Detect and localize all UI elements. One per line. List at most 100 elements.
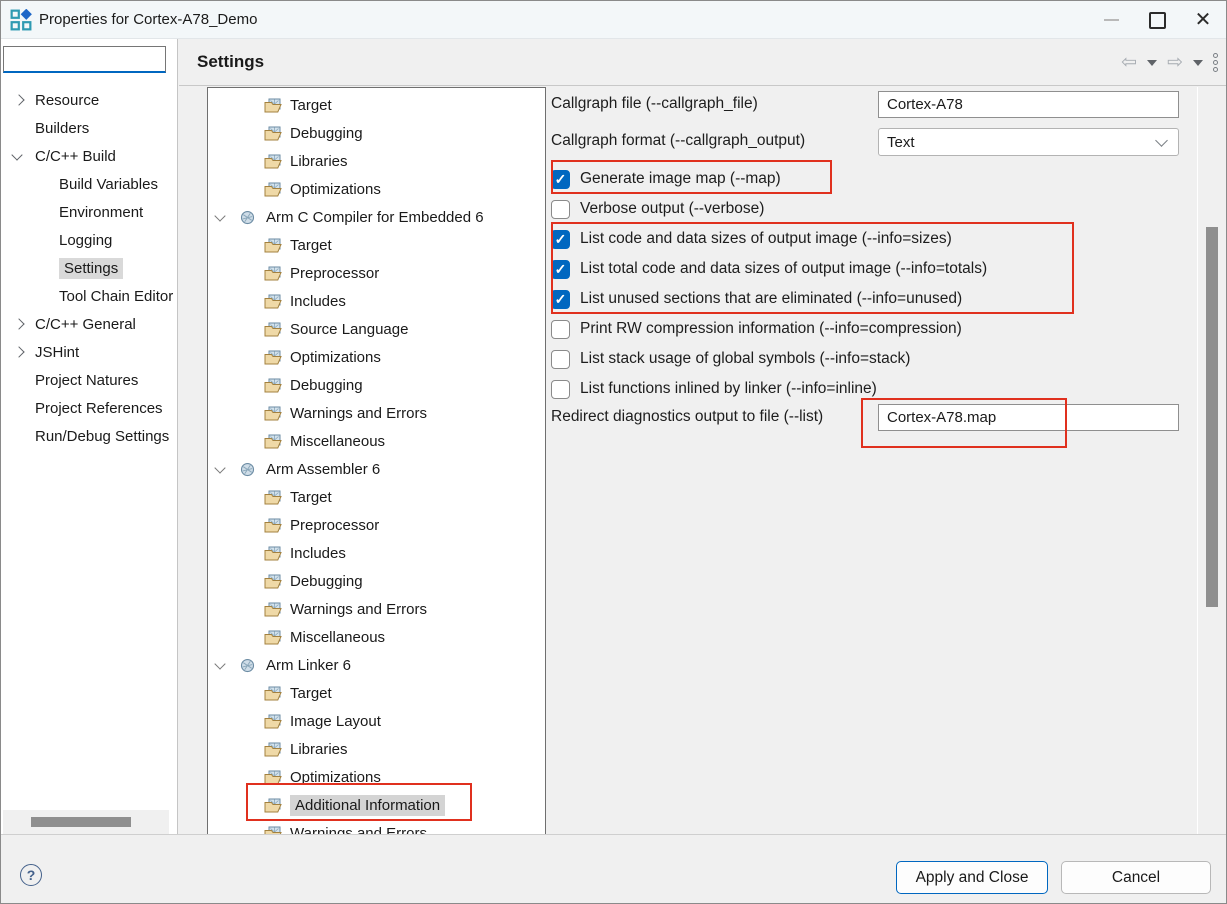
tool-tree-item[interactable]: Debugging	[208, 119, 545, 147]
checked-checkbox-icon[interactable]	[551, 230, 570, 249]
apply-and-close-button[interactable]: Apply and Close	[896, 861, 1048, 894]
back-history-dropdown-icon[interactable]	[1147, 60, 1157, 66]
sidebar-item-selected[interactable]: Settings	[1, 254, 177, 282]
tool-tree-item[interactable]: Preprocessor	[208, 259, 545, 287]
tool-tree-item[interactable]: Libraries	[208, 735, 545, 763]
chevron-down-icon[interactable]	[214, 210, 225, 221]
tool-tree-item-label: Optimizations	[290, 769, 381, 786]
properties-sidebar: Resource Builders C/C++ Build Build Vari…	[1, 39, 178, 836]
settings-folder-icon	[264, 769, 283, 786]
unchecked-checkbox-icon[interactable]	[551, 320, 570, 339]
tool-tree-item[interactable]: Target	[208, 91, 545, 119]
tool-tree-item[interactable]: Source Language	[208, 315, 545, 343]
tool-tree-item-label: Optimizations	[290, 181, 381, 198]
sidebar-item[interactable]: Builders	[1, 114, 177, 142]
tool-tree-item[interactable]: Image Layout	[208, 707, 545, 735]
close-button[interactable]: ✕	[1180, 1, 1226, 39]
tool-tree-item[interactable]: Optimizations	[208, 763, 545, 791]
checked-checkbox-icon[interactable]	[551, 170, 570, 189]
tool-tree-item[interactable]: Debugging	[208, 567, 545, 595]
dialog-footer: ? Apply and Close Cancel	[1, 834, 1226, 903]
chevron-down-icon[interactable]	[214, 462, 225, 473]
sidebar-item[interactable]: C/C++ Build	[1, 142, 177, 170]
tool-tree-item-label: Image Layout	[290, 713, 381, 730]
field-row: List functions inlined by linker (--info…	[547, 374, 1204, 404]
minimize-icon	[1104, 19, 1119, 21]
sidebar-item-label: Logging	[59, 232, 112, 249]
forward-arrow-icon[interactable]: ⇨	[1167, 53, 1183, 72]
filter-input[interactable]	[3, 46, 166, 73]
tool-tree-item-label: Target	[290, 237, 332, 254]
sidebar-item[interactable]: C/C++ General	[1, 310, 177, 338]
field-row: Print RW compression information (--info…	[547, 314, 1204, 344]
sidebar-item[interactable]: Build Variables	[1, 170, 177, 198]
checkbox-label: List unused sections that are eliminated…	[580, 290, 962, 308]
tool-tree-item[interactable]: Warnings and Errors	[208, 595, 545, 623]
maximize-button[interactable]	[1134, 1, 1180, 39]
tool-tree-item-label: Source Language	[290, 321, 408, 338]
settings-folder-icon	[264, 629, 283, 646]
sidebar-item[interactable]: Tool Chain Editor	[1, 282, 177, 310]
sidebar-item-label: Builders	[35, 120, 89, 137]
tool-tree-item[interactable]: Target	[208, 679, 545, 707]
tool-tree-item[interactable]: Target	[208, 231, 545, 259]
settings-folder-icon	[264, 97, 283, 114]
scrollbar-thumb[interactable]	[1206, 227, 1218, 607]
tool-tree-item[interactable]: Miscellaneous	[208, 427, 545, 455]
view-menu-icon[interactable]	[1213, 53, 1218, 72]
minimize-button[interactable]	[1088, 1, 1134, 39]
tool-tree-item[interactable]: Warnings and Errors	[208, 399, 545, 427]
tool-tree-item[interactable]: Arm Linker 6	[208, 651, 545, 679]
chevron-down-icon[interactable]	[214, 658, 225, 669]
scrollbar-thumb[interactable]	[31, 817, 131, 827]
tool-tree-item[interactable]: Miscellaneous	[208, 623, 545, 651]
unchecked-checkbox-icon[interactable]	[551, 350, 570, 369]
properties-category-tree: Resource Builders C/C++ Build Build Vari…	[1, 86, 177, 450]
sidebar-item[interactable]: Environment	[1, 198, 177, 226]
sidebar-item[interactable]: Project References	[1, 394, 177, 422]
chevron-icon[interactable]	[13, 318, 24, 329]
cancel-button[interactable]: Cancel	[1061, 861, 1211, 894]
settings-vertical-scrollbar[interactable]	[1197, 87, 1226, 836]
unchecked-checkbox-icon[interactable]	[551, 380, 570, 399]
chevron-icon[interactable]	[13, 94, 24, 105]
tool-tree-item-selected[interactable]: Additional Information	[208, 791, 545, 819]
tool-tree-item[interactable]: Debugging	[208, 371, 545, 399]
sidebar-item[interactable]: Run/Debug Settings	[1, 422, 177, 450]
settings-folder-icon	[264, 377, 283, 394]
sidebar-horizontal-scrollbar[interactable]	[3, 810, 169, 834]
sidebar-item[interactable]: Resource	[1, 86, 177, 114]
chevron-icon[interactable]	[13, 346, 24, 357]
text-field[interactable]	[878, 91, 1179, 118]
tool-tree-item[interactable]: Includes	[208, 287, 545, 315]
settings-folder-icon	[264, 489, 283, 506]
settings-folder-icon	[264, 293, 283, 310]
tool-tree-item[interactable]: Arm Assembler 6	[208, 455, 545, 483]
back-arrow-icon[interactable]: ⇦	[1121, 53, 1137, 72]
settings-folder-icon	[264, 797, 283, 814]
sidebar-item[interactable]: JSHint	[1, 338, 177, 366]
sidebar-item-label: Resource	[35, 92, 99, 109]
tool-tree-item[interactable]: Optimizations	[208, 343, 545, 371]
dropdown-select[interactable]: Text	[878, 128, 1179, 156]
chevron-icon[interactable]	[11, 149, 22, 160]
text-field[interactable]	[878, 404, 1179, 431]
tool-tree-item[interactable]: Libraries	[208, 147, 545, 175]
tool-tree-item[interactable]: Target	[208, 483, 545, 511]
forward-history-dropdown-icon[interactable]	[1193, 60, 1203, 66]
tool-tree-item[interactable]: Arm C Compiler for Embedded 6	[208, 203, 545, 231]
checked-checkbox-icon[interactable]	[551, 290, 570, 309]
sidebar-item[interactable]: Logging	[1, 226, 177, 254]
tool-tree-item-label: Miscellaneous	[290, 433, 385, 450]
tool-tree-item[interactable]: Optimizations	[208, 175, 545, 203]
unchecked-checkbox-icon[interactable]	[551, 200, 570, 219]
sidebar-item-label: Settings	[59, 258, 123, 279]
tool-tree-item[interactable]: Includes	[208, 539, 545, 567]
sidebar-item[interactable]: Project Natures	[1, 366, 177, 394]
checked-checkbox-icon[interactable]	[551, 260, 570, 279]
settings-folder-icon	[264, 321, 283, 338]
help-button[interactable]: ?	[20, 864, 42, 886]
settings-folder-icon	[264, 741, 283, 758]
settings-folder-icon	[264, 685, 283, 702]
tool-tree-item[interactable]: Preprocessor	[208, 511, 545, 539]
